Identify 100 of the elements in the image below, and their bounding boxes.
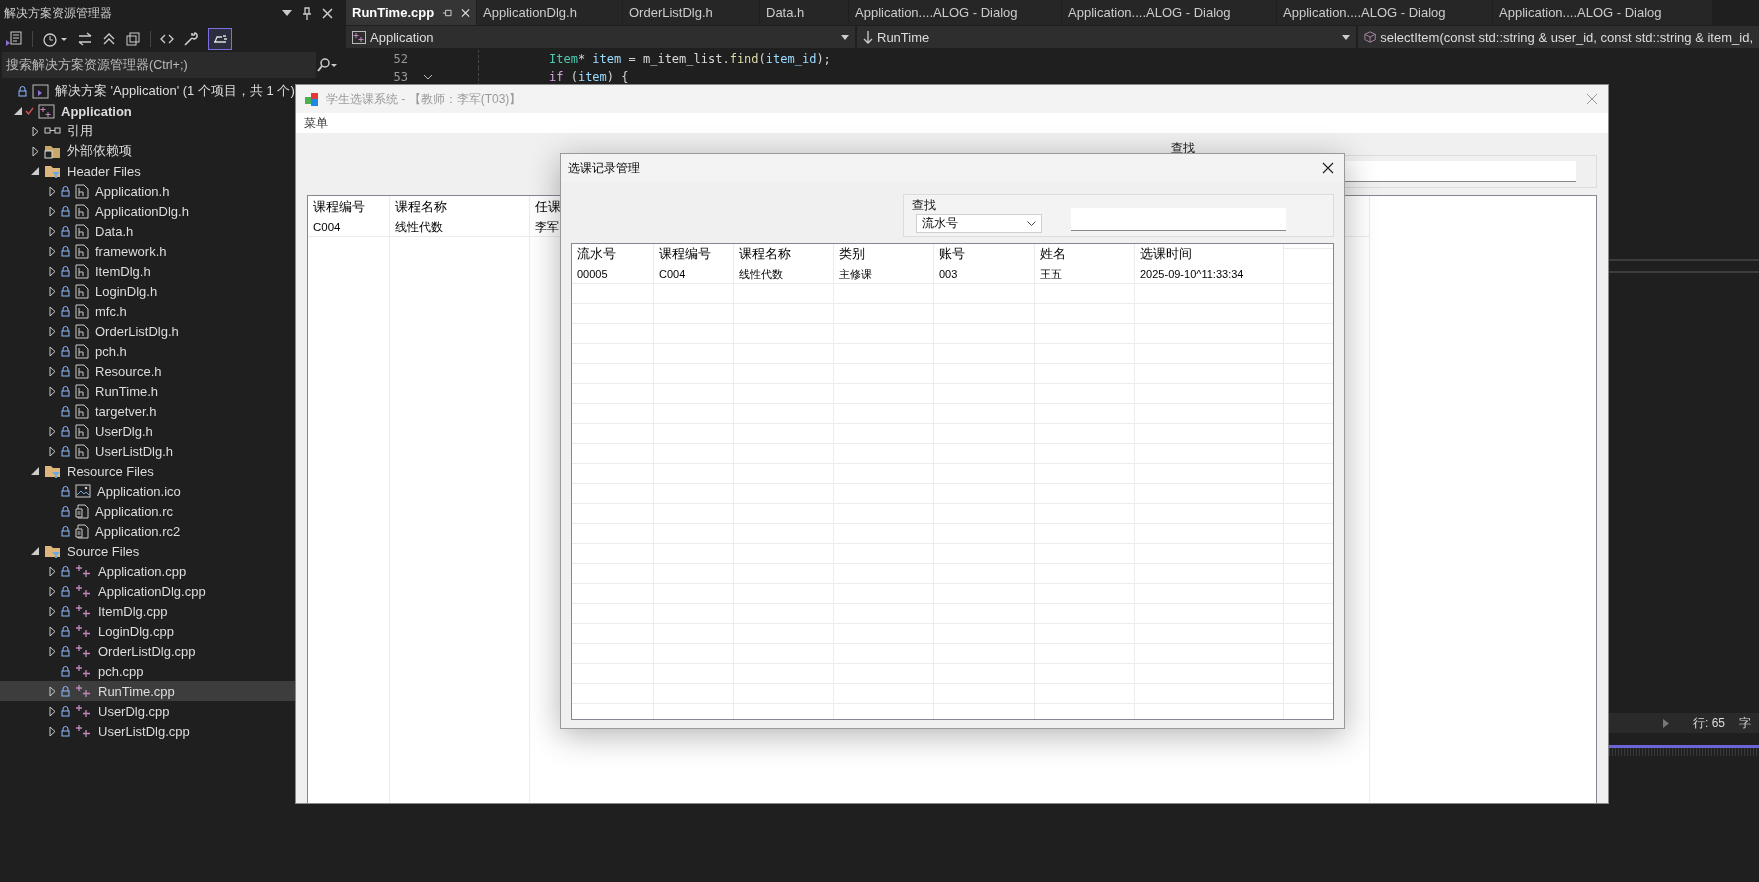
search-field[interactable]: 搜索解决方案资源管理器(Ctrl+;)	[2, 52, 316, 78]
editor-tab[interactable]: Application....ALOG - Dialog	[1277, 0, 1493, 25]
tree-item[interactable]: pch.cpp	[0, 661, 295, 681]
editor-tab[interactable]: ApplicationDlg.h	[477, 0, 623, 25]
collapsed-arrow-icon[interactable]	[48, 205, 56, 217]
tree-item[interactable]: OrderListDlg.cpp	[0, 641, 295, 661]
expanded-arrow-icon[interactable]	[14, 107, 22, 115]
fold-chevron-icon[interactable]	[423, 74, 433, 80]
lock-icon	[61, 225, 70, 237]
tree-item[interactable]: Source Files	[0, 541, 295, 561]
tree-item[interactable]: Application.rc2	[0, 521, 295, 541]
collapse-icon[interactable]	[102, 32, 116, 46]
tree-item[interactable]: UserListDlg.cpp	[0, 721, 295, 741]
collapsed-arrow-icon[interactable]	[31, 125, 39, 137]
tree-item[interactable]: ItemDlg.h	[0, 261, 295, 281]
tree-item[interactable]: Resource Files	[0, 461, 295, 481]
tree-item[interactable]: RunTime.cpp	[0, 681, 295, 701]
pin-icon[interactable]	[442, 7, 453, 18]
collapsed-arrow-icon[interactable]	[48, 425, 56, 437]
tree-item[interactable]: 外部依赖项	[0, 141, 295, 161]
editor-tab[interactable]: Data.h	[760, 0, 849, 25]
tree-item[interactable]: Application.cpp	[0, 561, 295, 581]
collapsed-arrow-icon[interactable]	[48, 285, 56, 297]
tree-item[interactable]: Resource.h	[0, 361, 295, 381]
tree-item[interactable]: framework.h	[0, 241, 295, 261]
tree-item[interactable]: Header Files	[0, 161, 295, 181]
editor-tab[interactable]: RunTime.cpp	[346, 0, 477, 25]
collapsed-arrow-icon[interactable]	[48, 645, 56, 657]
tree-item[interactable]: UserListDlg.h	[0, 441, 295, 461]
tree-item[interactable]: OrderListDlg.h	[0, 321, 295, 341]
tree-item[interactable]: Data.h	[0, 221, 295, 241]
collapsed-arrow-icon[interactable]	[48, 625, 56, 637]
tree-item[interactable]: Application.h	[0, 181, 295, 201]
search-by-dropdown[interactable]: 流水号	[916, 214, 1042, 233]
tree-item[interactable]: UserDlg.cpp	[0, 701, 295, 721]
pin-icon[interactable]	[302, 6, 312, 20]
collapsed-arrow-icon[interactable]	[48, 685, 56, 697]
lock-icon	[61, 585, 70, 597]
tree-item[interactable]: 引用	[0, 121, 295, 141]
tree-item[interactable]: ApplicationDlg.cpp	[0, 581, 295, 601]
tree-item[interactable]: 解决方案 'Application' (1 个项目，共 1 个)	[0, 81, 295, 101]
collapsed-arrow-icon[interactable]	[48, 385, 56, 397]
plus-icon	[75, 624, 92, 638]
tree-item[interactable]: ApplicationDlg.h	[0, 201, 295, 221]
wrench-icon[interactable]	[183, 31, 199, 47]
expanded-arrow-icon[interactable]	[31, 467, 39, 475]
tree-item[interactable]: LoginDlg.cpp	[0, 621, 295, 641]
tree-label: Application	[61, 103, 132, 119]
collapsed-arrow-icon[interactable]	[48, 345, 56, 357]
collapsed-arrow-icon[interactable]	[48, 245, 56, 257]
tree-item[interactable]: pch.h	[0, 341, 295, 361]
collapsed-arrow-icon[interactable]	[48, 605, 56, 617]
filter-folder-icon	[44, 463, 61, 479]
editor-tab[interactable]: Application....ALOG - Dialog	[1062, 0, 1277, 25]
tree-item[interactable]: LoginDlg.h	[0, 281, 295, 301]
expanded-arrow-icon[interactable]	[31, 167, 39, 175]
tree-item[interactable]: UserDlg.h	[0, 421, 295, 441]
collapsed-arrow-icon[interactable]	[48, 325, 56, 337]
collapsed-arrow-icon[interactable]	[31, 145, 39, 157]
collapsed-arrow-icon[interactable]	[48, 225, 56, 237]
collapsed-arrow-icon[interactable]	[48, 585, 56, 597]
menu-item[interactable]: 菜单	[302, 113, 330, 133]
collapsed-arrow-icon[interactable]	[48, 565, 56, 577]
code-icon[interactable]	[160, 33, 174, 45]
document-icon	[75, 503, 89, 519]
panel-title: 解决方案资源管理器	[4, 4, 113, 22]
collapsed-arrow-icon[interactable]	[48, 185, 56, 197]
preview-icon[interactable]	[208, 28, 232, 50]
lock-icon	[61, 325, 70, 337]
collapsed-arrow-icon[interactable]	[48, 725, 56, 737]
tree-item[interactable]: RunTime.h	[0, 381, 295, 401]
tree-item[interactable]: Application.rc	[0, 501, 295, 521]
tree-item[interactable]: mfc.h	[0, 301, 295, 321]
solution-icon[interactable]	[5, 31, 23, 47]
close-icon[interactable]	[1322, 162, 1334, 174]
class-dropdown[interactable]: RunTime	[857, 26, 1356, 48]
editor-tab[interactable]: Application....ALOG - Dialog	[1493, 0, 1713, 25]
collapsed-arrow-icon[interactable]	[48, 365, 56, 377]
expanded-arrow-icon[interactable]	[31, 547, 39, 555]
tree-item[interactable]: Application.ico	[0, 481, 295, 501]
member-dropdown[interactable]: selectItem(const std::string & user_id, const std::string & item_id,	[1358, 26, 1759, 48]
project-dropdown[interactable]: Application	[346, 26, 855, 48]
collapsed-arrow-icon[interactable]	[48, 445, 56, 457]
collapsed-arrow-icon[interactable]	[48, 265, 56, 277]
editor-tab[interactable]: Application....ALOG - Dialog	[849, 0, 1062, 25]
search-field[interactable]	[1344, 161, 1576, 182]
sync-icon[interactable]	[77, 32, 93, 46]
play-icon[interactable]	[1663, 718, 1669, 728]
collapsed-arrow-icon[interactable]	[48, 305, 56, 317]
collapsed-arrow-icon[interactable]	[48, 705, 56, 717]
tree-item[interactable]: ItemDlg.cpp	[0, 601, 295, 621]
search-icon[interactable]	[316, 58, 338, 72]
tree-label: UserDlg.h	[95, 423, 153, 439]
search-field[interactable]	[1071, 208, 1286, 231]
editor-tab[interactable]: OrderListDlg.h	[623, 0, 760, 25]
history-icon[interactable]	[42, 31, 68, 47]
tree-item[interactable]: Application	[0, 101, 295, 121]
dropdown-icon[interactable]	[282, 10, 292, 16]
tree-item[interactable]: targetver.h	[0, 401, 295, 421]
copy-icon[interactable]	[125, 31, 141, 47]
